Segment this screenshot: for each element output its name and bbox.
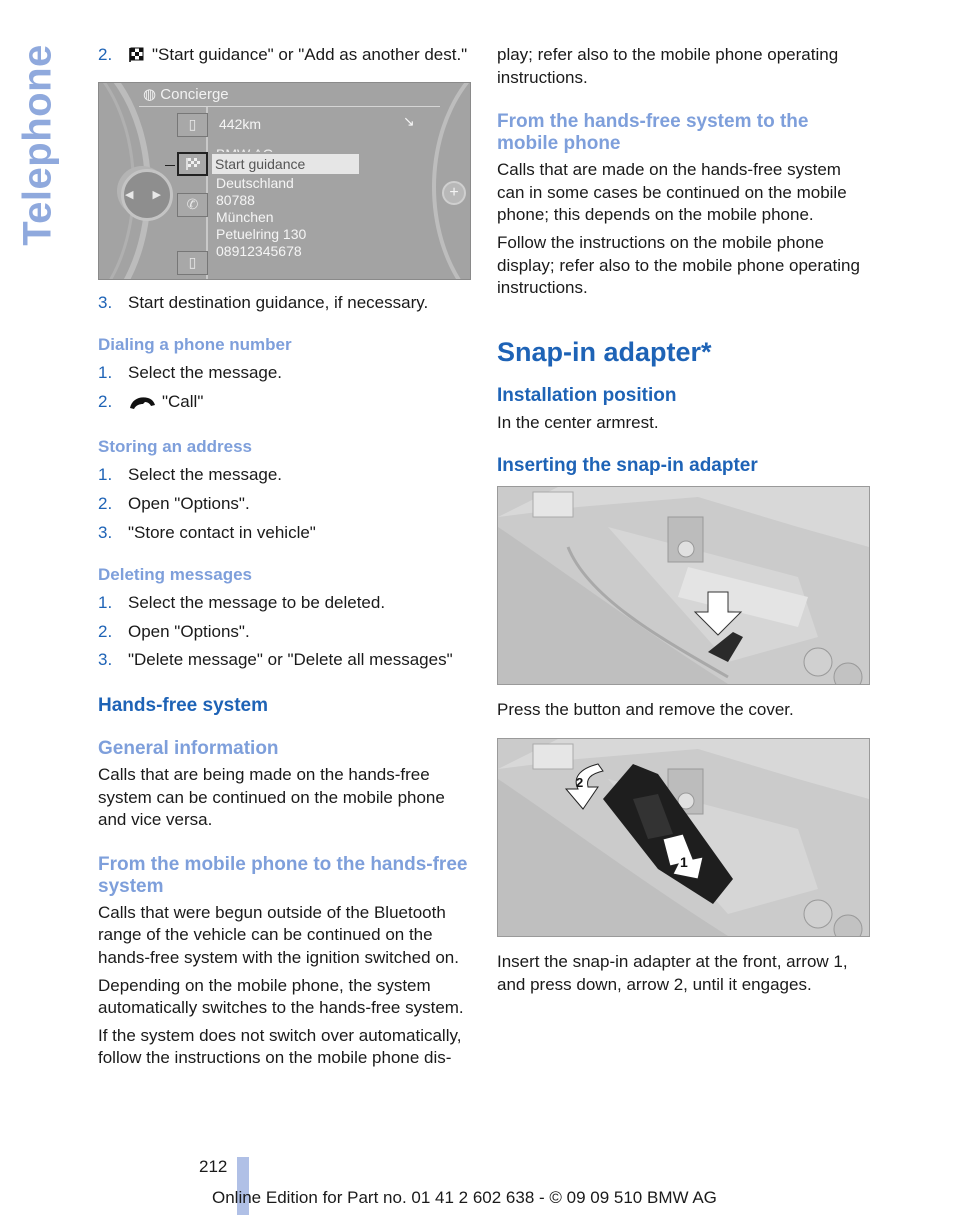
arrow-label-1: 1	[680, 854, 688, 870]
step-number: 2.	[98, 45, 113, 64]
heading-inserting-adapter: Inserting the snap-in adapter	[497, 455, 758, 477]
book-back-icon: ▯	[177, 112, 208, 137]
paragraph-continued: play; refer also to the mobile phone ope…	[497, 45, 839, 87]
left-column: 2. "Start guidance" or "Add as another d…	[98, 44, 471, 1075]
phone-handset-icon: ✆	[177, 192, 208, 217]
list-item: 2. Open "Options".	[98, 493, 250, 513]
step-number: 3.	[98, 292, 113, 312]
list-item: 1. Select the message to be deleted.	[98, 593, 386, 613]
address-lines: Deutschland 80788 München Petuelring 130…	[216, 174, 307, 259]
list-item: 1. Select the message.	[98, 465, 283, 485]
heading-dialing: Dialing a phone number	[98, 335, 292, 355]
step-text: Start destination guidance, if necessary…	[128, 292, 429, 312]
distance-readout: 442km	[219, 115, 262, 132]
paragraph: Calls that were begun outside of the Blu…	[98, 902, 459, 967]
checkered-flag-icon	[128, 47, 146, 70]
chapter-title: Telephone	[15, 44, 60, 246]
arrow-down-right-icon: ↘	[403, 112, 415, 129]
step-start-guidance: 2. "Start guidance" or "Add as another d…	[98, 44, 470, 70]
checkered-flag-icon	[177, 151, 208, 176]
book-forward-icon: ▯	[177, 250, 208, 275]
step-destination-guidance: 3. Start destination guidance, if necess…	[98, 292, 470, 315]
chapter-side-tab: Telephone	[8, 40, 68, 250]
paragraph: Calls that are made on the hands-free sy…	[497, 160, 847, 225]
concierge-globe-icon: ◍	[143, 85, 157, 103]
page-number: 212	[199, 1157, 228, 1176]
plus-icon: +	[442, 180, 466, 205]
paragraph: Depending on the mobile phone, the syste…	[98, 975, 464, 1018]
list-item: 3. "Store contact in vehicle"	[98, 522, 316, 542]
heading-deleting: Deleting messages	[98, 565, 253, 585]
list-item: 2. Open "Options".	[98, 621, 250, 641]
caption-remove-cover: Press the button and remove the cover.	[497, 700, 794, 720]
controller-knob: ◀ ▶	[121, 168, 173, 221]
heading-installation-position: Installation position	[497, 384, 677, 406]
list-item: 1. Select the message.	[98, 363, 283, 383]
illustration-remove-cover	[497, 486, 870, 686]
paragraph: Follow the instructions on the mobile ph…	[497, 232, 860, 298]
paragraph: Calls that are being made on the hands-f…	[98, 764, 445, 830]
heading-from-mobile: From the mobile phone to the hands-free …	[98, 853, 468, 897]
heading-storing: Storing an address	[98, 437, 252, 457]
arrow-label-2: 2	[576, 775, 583, 790]
list-item: 3. "Delete message" or "Delete all messa…	[98, 650, 453, 670]
screen-title: ◍ Concierge	[143, 85, 229, 103]
list-item: 2. "Call"	[98, 391, 470, 417]
hidden-line: BMW AG	[216, 146, 274, 152]
heading-general-info: General information	[98, 737, 279, 759]
heading-from-hands-free: From the hands-free system to the mobile…	[497, 111, 809, 155]
paragraph: If the system does not switch over autom…	[98, 1025, 462, 1068]
phone-handset-icon	[128, 394, 156, 417]
right-column: play; refer also to the mobile phone ope…	[497, 44, 870, 1001]
heading-hands-free: Hands-free system	[98, 694, 269, 716]
illustration-insert-adapter: 1 2	[497, 737, 870, 937]
caption-insert-adapter: Insert the snap-in adapter at the front,…	[497, 951, 848, 994]
menu-item-start-guidance[interactable]: Start guidance	[212, 153, 359, 174]
step-text: "Start guidance" or "Add as another dest…	[152, 45, 468, 64]
idrive-screen-image: ◍ Concierge ▯ ✆ ▯ ◀ ▶ 442km ↘ BMW AG Sta…	[98, 81, 471, 280]
footer-edition: Online Edition for Part no. 01 41 2 602 …	[212, 1188, 717, 1207]
paragraph: In the center armrest.	[497, 412, 659, 432]
heading-snap-in-adapter: Snap-in adapter*	[497, 336, 712, 367]
